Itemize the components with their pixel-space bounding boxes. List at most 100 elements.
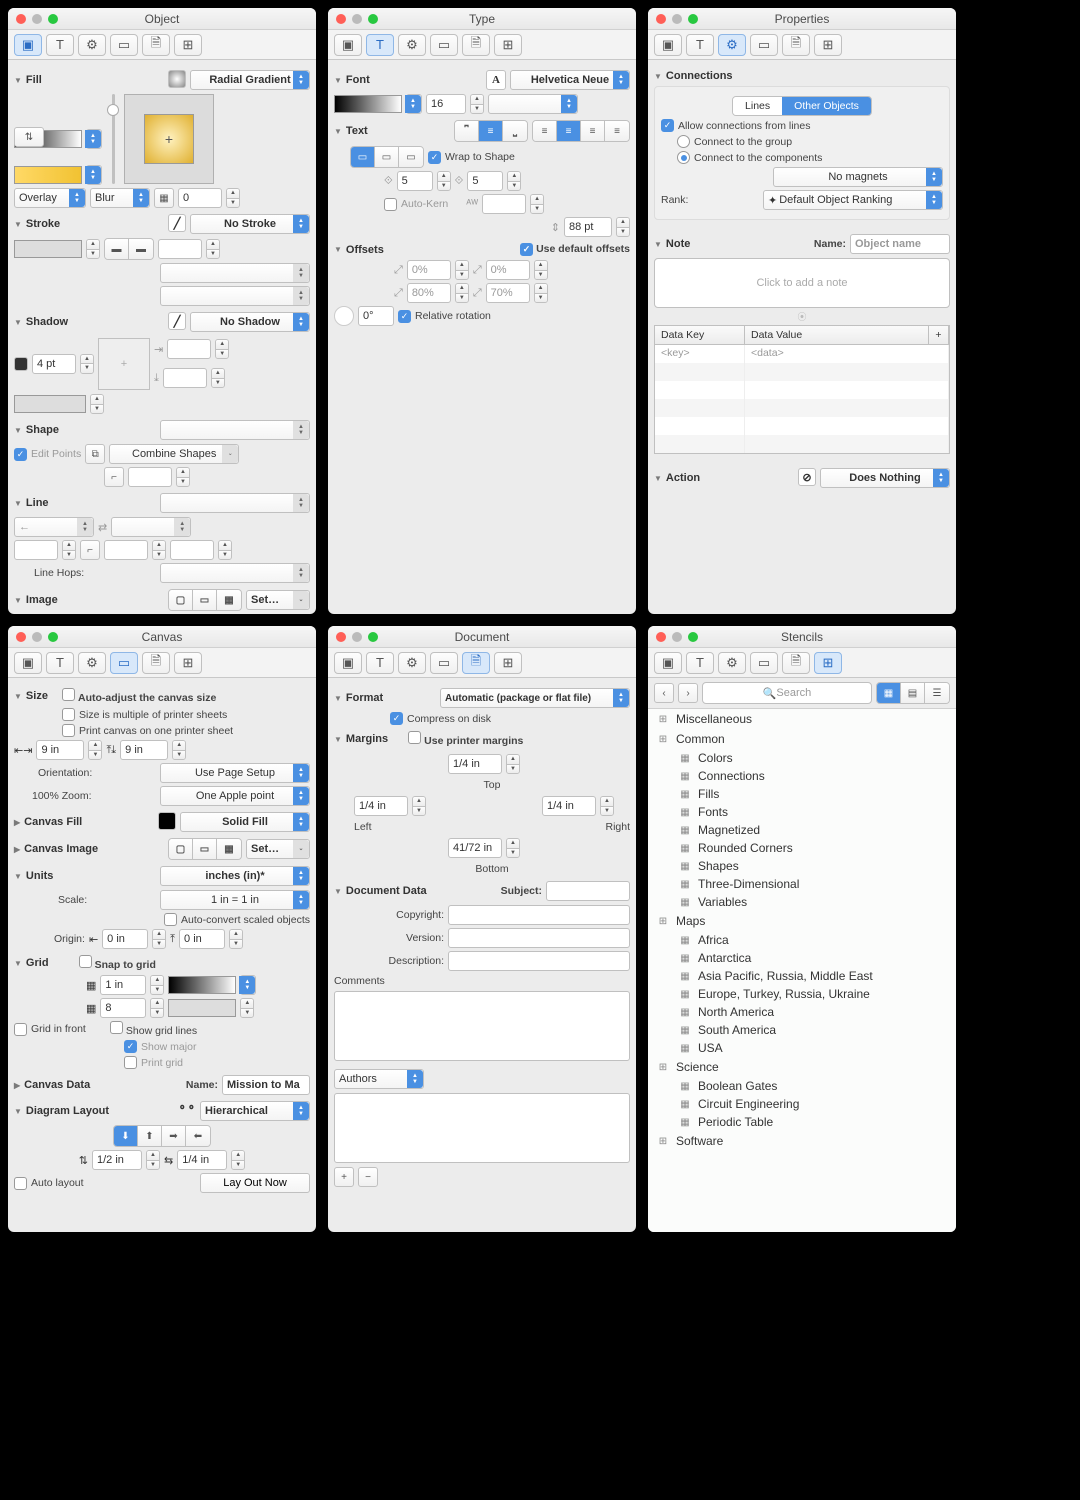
font-style-select[interactable]: ▲▼ <box>488 94 578 114</box>
grid-color-swatch[interactable] <box>168 976 236 994</box>
margins-header[interactable]: ▼Margins Use printer margins <box>334 731 630 747</box>
stencil-item[interactable]: ▦North America <box>648 1003 956 1021</box>
stroke-width-stepper[interactable]: ▲▼ <box>206 239 220 259</box>
grid-spacing-input[interactable]: 1 in <box>100 975 146 995</box>
gradient-end-swatch[interactable] <box>14 166 82 184</box>
stencil-item[interactable]: ▦Europe, Turkey, Russia, Ukraine <box>648 985 956 1003</box>
line-w1-stepper[interactable]: ▲▼ <box>62 540 76 560</box>
inset-h-input[interactable]: 5 <box>397 171 433 191</box>
blur-stepper[interactable]: ▲▼ <box>226 188 240 208</box>
shadow-x-input[interactable] <box>167 339 211 359</box>
layout-v-stepper[interactable]: ▲▼ <box>146 1150 160 1170</box>
kerning-stepper[interactable]: ▲▼ <box>530 194 544 214</box>
type-tab-icon[interactable]: T <box>46 34 74 56</box>
scale-select[interactable]: 1 in = 1 in▲▼ <box>160 890 310 910</box>
grid-front-checkbox[interactable] <box>14 1023 27 1036</box>
units-header[interactable]: ▼Units inches (in)*▲▼ <box>14 866 310 886</box>
document-tab-icon[interactable]: 🗎 <box>782 34 810 56</box>
text-header[interactable]: ▼Text ⎴≡⎵ ≡≡≡≡ <box>334 120 630 142</box>
printer-margins-checkbox[interactable] <box>408 731 421 744</box>
stencil-category[interactable]: ⊞Software <box>648 1131 956 1151</box>
stencils-tab-icon[interactable]: ⊞ <box>174 34 202 56</box>
inset-h-stepper[interactable]: ▲▼ <box>437 171 451 191</box>
document-tab-icon[interactable]: 🗎 <box>142 34 170 56</box>
inset-v-input[interactable]: 5 <box>467 171 503 191</box>
stencil-item[interactable]: ▦Fills <box>648 785 956 803</box>
layout-h-spacing-input[interactable]: 1/4 in <box>177 1150 227 1170</box>
stroke-width-input[interactable] <box>158 239 202 259</box>
authors-select[interactable]: Authors▲▼ <box>334 1069 424 1089</box>
connect-components-radio[interactable] <box>677 151 690 164</box>
stencil-category[interactable]: ⊞Maps <box>648 911 956 931</box>
grid-sub-color-swatch[interactable] <box>168 999 236 1017</box>
offset-h-stepper[interactable]: ▲▼ <box>534 283 548 303</box>
description-input[interactable] <box>448 951 630 971</box>
object-tab-icon[interactable]: ▣ <box>334 34 362 56</box>
note-header[interactable]: ▼Note Name: Object name <box>654 234 950 254</box>
fill-header[interactable]: ▼Fill Radial Gradient▲▼ <box>14 70 310 90</box>
stencil-item[interactable]: ▦Boolean Gates <box>648 1077 956 1095</box>
type-tab-icon[interactable]: T <box>686 652 714 674</box>
stencil-item[interactable]: ▦Variables <box>648 893 956 911</box>
properties-tab-icon[interactable]: ⚙ <box>398 34 426 56</box>
comments-textarea[interactable] <box>334 991 630 1061</box>
offset-h-input[interactable]: 70% <box>486 283 530 303</box>
stroke-stepper[interactable]: ▲▼ <box>86 239 100 259</box>
object-tab-icon[interactable]: ▣ <box>654 652 682 674</box>
stencil-item[interactable]: ▦Connections <box>648 767 956 785</box>
line-w3-stepper[interactable]: ▲▼ <box>218 540 232 560</box>
version-input[interactable] <box>448 928 630 948</box>
inset-v-stepper[interactable]: ▲▼ <box>507 171 521 191</box>
auto-adjust-checkbox[interactable] <box>62 688 75 701</box>
object-name-input[interactable]: Object name <box>850 234 950 254</box>
type-tab-icon[interactable]: T <box>366 652 394 674</box>
lay-out-now-button[interactable]: Lay Out Now <box>200 1173 310 1193</box>
lineheight-stepper[interactable]: ▲▼ <box>616 217 630 237</box>
type-tab-icon[interactable]: T <box>366 34 394 56</box>
type-tab-icon[interactable]: T <box>46 652 74 674</box>
margin-bottom-stepper[interactable]: ▲▼ <box>506 838 520 858</box>
stencil-item[interactable]: ▦Fonts <box>648 803 956 821</box>
image-set-select[interactable]: Set…⌄ <box>246 590 310 610</box>
shadow-color[interactable] <box>14 357 28 371</box>
margin-left-input[interactable]: 1/4 in <box>354 796 408 816</box>
gradient-color-picker[interactable]: ▲▼ <box>86 129 102 149</box>
compress-checkbox[interactable] <box>390 712 403 725</box>
action-select[interactable]: Does Nothing▲▼ <box>820 468 950 488</box>
default-offsets-checkbox[interactable] <box>520 243 533 256</box>
stencil-category[interactable]: ⊞Science <box>648 1057 956 1077</box>
margin-bottom-input[interactable]: 41/72 in <box>448 838 502 858</box>
size-header[interactable]: ▼Size Auto-adjust the canvas size <box>14 688 310 704</box>
document-tab-icon[interactable]: 🗎 <box>142 652 170 674</box>
grid-sub-color-stepper[interactable]: ▲▼ <box>240 998 254 1018</box>
canvas-fill-swatch[interactable] <box>158 812 176 830</box>
layout-direction-seg[interactable]: ⬇⬆➡⬅ <box>113 1125 211 1147</box>
note-textarea[interactable]: Click to add a note <box>654 258 950 308</box>
data-table[interactable]: Data KeyData Value+ <key><data> <box>654 325 950 454</box>
connections-tabs[interactable]: LinesOther Objects <box>732 96 872 116</box>
stroke-corner-select[interactable]: ▲▼ <box>160 286 310 306</box>
format-select[interactable]: Automatic (package or flat file)▲▼ <box>440 688 630 708</box>
wrap-checkbox[interactable] <box>428 151 441 164</box>
stencil-list[interactable]: ⊞Miscellaneous⊞Common▦Colors▦Connections… <box>648 708 956 1232</box>
format-header[interactable]: ▼Format Automatic (package or flat file)… <box>334 688 630 708</box>
blur-select[interactable]: Blur▲▼ <box>90 188 150 208</box>
stroke-pattern-select[interactable]: ▲▼ <box>160 263 310 283</box>
canvas-width-stepper[interactable]: ▲▼ <box>88 740 102 760</box>
autokern-checkbox[interactable] <box>384 198 397 211</box>
grid-sub-input[interactable]: 8 <box>100 998 146 1018</box>
blur-value-input[interactable]: 0 <box>178 188 222 208</box>
stencils-tab-icon[interactable]: ⊞ <box>494 34 522 56</box>
font-size-stepper[interactable]: ▲▼ <box>470 94 484 114</box>
stencil-item[interactable]: ▦Magnetized <box>648 821 956 839</box>
canvas-tab-icon[interactable]: ▭ <box>110 34 138 56</box>
stroke-header[interactable]: ▼Stroke ╱ No Stroke▲▼ <box>14 214 310 234</box>
multiple-sheets-checkbox[interactable] <box>62 708 75 721</box>
properties-tab-icon[interactable]: ⚙ <box>398 652 426 674</box>
canvas-tab-icon[interactable]: ▭ <box>430 34 458 56</box>
canvas-height-input[interactable]: 9 in <box>120 740 168 760</box>
font-preview-icon[interactable]: A <box>486 70 506 90</box>
grid-sub-stepper[interactable]: ▲▼ <box>150 998 164 1018</box>
line-w1-input[interactable] <box>14 540 58 560</box>
line-header[interactable]: ▼Line ▲▼ <box>14 493 310 513</box>
